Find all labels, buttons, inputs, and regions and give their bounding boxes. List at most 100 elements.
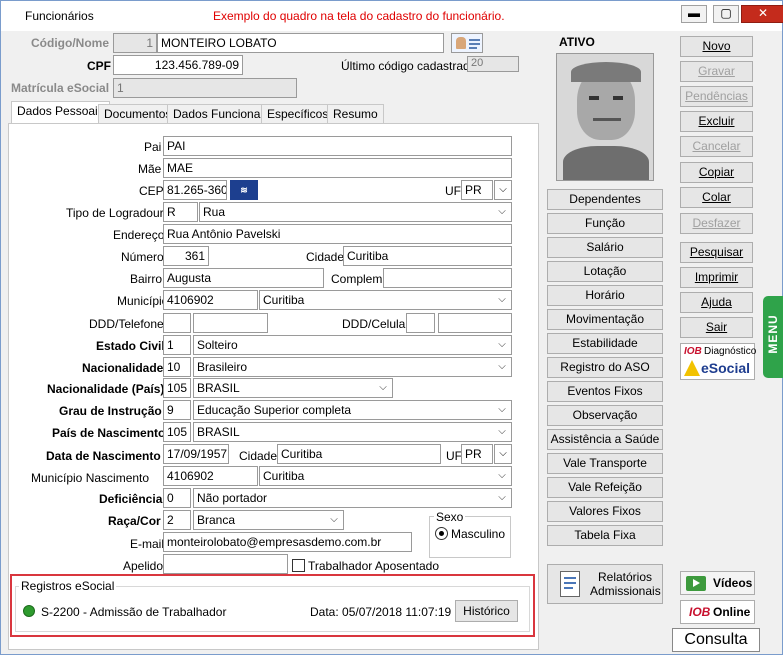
middle-button-4[interactable]: Horário [547, 285, 663, 306]
minimize-button[interactable]: ▬ [681, 5, 707, 23]
uf-nascimento-field[interactable]: PR [461, 444, 493, 464]
middle-button-5[interactable]: Movimentação [547, 309, 663, 330]
raca-cor-code[interactable]: 2 [163, 510, 191, 530]
middle-button-2[interactable]: Salário [547, 237, 663, 258]
data-nascimento-field[interactable]: 17/09/1957 [163, 444, 229, 464]
municipio-select[interactable]: Curitiba ⌵ [259, 290, 512, 310]
right-button-7[interactable]: Desfazer [680, 213, 753, 234]
chevron-down-icon: ⌵ [498, 361, 506, 372]
codigo-field[interactable]: 1 [113, 33, 157, 53]
ddd-celular-field[interactable] [406, 313, 435, 333]
right-button-0[interactable]: Novo [680, 36, 753, 57]
numero-field[interactable]: 361 [163, 246, 209, 266]
middle-button-3[interactable]: Lotação [547, 261, 663, 282]
ddd-telefone-field[interactable] [163, 313, 191, 333]
chevron-down-icon: ⌵ [498, 470, 506, 481]
tab-dados-pessoais[interactable]: Dados Pessoais [11, 101, 110, 124]
middle-button-0[interactable]: Dependentes [547, 189, 663, 210]
middle-button-9[interactable]: Observação [547, 405, 663, 426]
maximize-button[interactable]: ▢ [713, 5, 739, 23]
bairro-field[interactable]: Augusta [163, 268, 324, 288]
apelido-field[interactable] [163, 554, 288, 574]
endereco-field[interactable]: Rua Antônio Pavelski [163, 224, 512, 244]
tab-especificos[interactable]: Específicos [261, 104, 335, 124]
estado-civil-code[interactable]: 1 [163, 335, 191, 355]
middle-button-8[interactable]: Eventos Fixos [547, 381, 663, 402]
right-button-2[interactable]: Pendências [680, 86, 753, 107]
uf-dropdown-icon[interactable]: ⌵ [494, 180, 512, 200]
mae-field[interactable]: MAE [163, 158, 512, 178]
right-button-4[interactable]: Cancelar [680, 136, 753, 157]
complemento-field[interactable] [383, 268, 512, 288]
right-button-9[interactable]: Imprimir [680, 267, 753, 288]
municipio-value: Curitiba [263, 293, 305, 307]
tipo-logradouro-select[interactable]: Rua ⌵ [199, 202, 512, 222]
nacionalidade-code[interactable]: 10 [163, 357, 191, 377]
uf-field[interactable]: PR [461, 180, 493, 200]
pais-nascimento-code[interactable]: 105 [163, 422, 191, 442]
estado-civil-value: Solteiro [197, 338, 238, 352]
nacionalidade-select[interactable]: Brasileiro ⌵ [193, 357, 512, 377]
nome-field[interactable]: MONTEIRO LOBATO [157, 33, 444, 53]
matricula-field[interactable]: 1 [113, 78, 297, 98]
ultimo-codigo-label: Último código cadastrado: [341, 59, 480, 73]
email-field[interactable]: monteirolobato@empresasdemo.com.br [163, 532, 412, 552]
nacionalidade-pais-select[interactable]: BRASIL ⌵ [193, 378, 393, 398]
estado-civil-select[interactable]: Solteiro ⌵ [193, 335, 512, 355]
right-button-1[interactable]: Gravar [680, 61, 753, 82]
tipo-logradouro-code[interactable]: R [163, 202, 198, 222]
uf-nascimento-dropdown-icon[interactable]: ⌵ [494, 444, 512, 464]
grau-instrucao-select[interactable]: Educação Superior completa ⌵ [193, 400, 512, 420]
municipio-nascimento-code[interactable]: 4106902 [163, 466, 258, 486]
municipio-code[interactable]: 4106902 [163, 290, 258, 310]
cpf-field[interactable]: 123.456.789-09 [113, 55, 243, 75]
deficiencia-code[interactable]: 0 [163, 488, 191, 508]
correios-icon[interactable]: ≋ [230, 180, 258, 200]
right-button-3[interactable]: Excluir [680, 111, 753, 132]
cidade-nascimento-field[interactable]: Curitiba [277, 444, 441, 464]
municipio-nascimento-select[interactable]: Curitiba ⌵ [259, 466, 512, 486]
middle-button-10[interactable]: Assistência a Saúde [547, 429, 663, 450]
right-button-8[interactable]: Pesquisar [680, 242, 753, 263]
cep-field[interactable]: 81.265-360 [163, 180, 227, 200]
grau-instrucao-code[interactable]: 9 [163, 400, 191, 420]
middle-button-13[interactable]: Valores Fixos [547, 501, 663, 522]
relatorios-admissionais-button[interactable]: Relatórios Admissionais [547, 564, 663, 604]
right-button-10[interactable]: Ajuda [680, 292, 753, 313]
chevron-down-icon: ⌵ [498, 426, 506, 437]
middle-button-14[interactable]: Tabela Fixa [547, 525, 663, 546]
right-button-6[interactable]: Colar [680, 187, 753, 208]
middle-button-12[interactable]: Vale Refeição [547, 477, 663, 498]
id-card-icon[interactable] [451, 33, 483, 53]
iob-online-button[interactable]: IOB Online [680, 600, 755, 624]
telefone-field[interactable] [193, 313, 268, 333]
numero-label: Número [121, 250, 164, 264]
diagnostico-label: Diagnóstico [704, 346, 757, 357]
tab-documentos[interactable]: Documentos [98, 104, 178, 124]
middle-button-7[interactable]: Registro do ASO [547, 357, 663, 378]
sexo-masculino-radio[interactable] [435, 527, 448, 540]
deficiencia-select[interactable]: Não portador ⌵ [193, 488, 512, 508]
middle-button-11[interactable]: Vale Transporte [547, 453, 663, 474]
tab-resumo[interactable]: Resumo [327, 104, 384, 124]
cidade-field[interactable]: Curitiba [343, 246, 512, 266]
middle-button-1[interactable]: Função [547, 213, 663, 234]
tab-dados-funcionais[interactable]: Dados Funcionais [167, 104, 276, 124]
right-button-11[interactable]: Sair [680, 317, 753, 338]
iob-logo: IOB [684, 346, 702, 357]
pai-field[interactable]: PAI [163, 136, 512, 156]
aposentado-checkbox[interactable] [292, 559, 305, 572]
historico-button[interactable]: Histórico [455, 600, 518, 622]
iob-diagnostico-esocial-button[interactable]: IOB Diagnóstico eSocial [680, 343, 757, 380]
middle-button-6[interactable]: Estabilidade [547, 333, 663, 354]
nacionalidade-pais-code[interactable]: 105 [163, 378, 191, 398]
raca-cor-select[interactable]: Branca ⌵ [193, 510, 344, 530]
celular-field[interactable] [438, 313, 512, 333]
aposentado-label: Trabalhador Aposentado [308, 559, 439, 573]
videos-button[interactable]: Vídeos [680, 571, 755, 595]
menu-side-tab[interactable]: MENU [763, 296, 783, 378]
nacionalidade-value: Brasileiro [197, 360, 248, 374]
pais-nascimento-select[interactable]: BRASIL ⌵ [193, 422, 512, 442]
right-button-5[interactable]: Copiar [680, 162, 753, 183]
close-button[interactable]: ✕ [741, 5, 783, 23]
